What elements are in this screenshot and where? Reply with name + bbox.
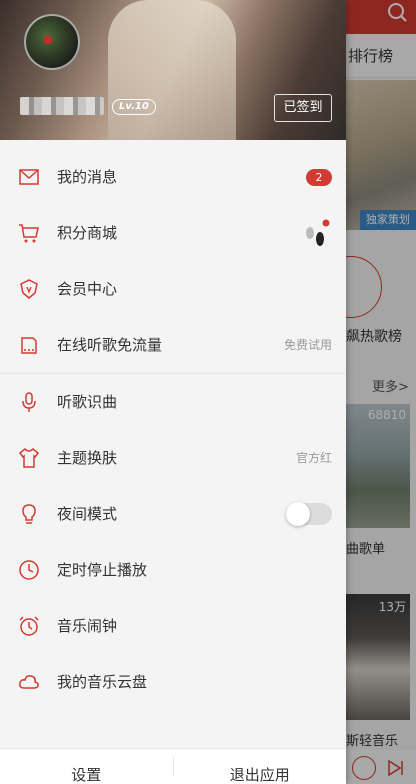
settings-button[interactable]: 设置 [0,749,173,784]
current-theme: 官方红 [295,451,332,465]
menu-list: 我的消息 2 积分商城 会员中心 在线听歌免流量 免费试用 听歌识曲 主题换肤 … [0,149,346,710]
menu-item-label: 我的消息 [57,168,118,186]
avatar[interactable] [24,14,80,70]
menu-item-label: 夜间模式 [57,505,118,523]
menu-item-points-mall[interactable]: 积分商城 [0,205,346,261]
menu-item-free-data[interactable]: 在线听歌免流量 免费试用 [0,317,346,373]
mail-icon [19,169,39,185]
side-drawer: Lv.10 已签到 我的消息 2 积分商城 会员中心 在线听歌免流量 免费试用 … [0,0,346,784]
cart-icon [19,224,39,243]
unread-badge: 2 [306,169,332,186]
signin-button[interactable]: 已签到 [274,94,332,122]
menu-item-label: 我的音乐云盘 [57,673,148,691]
vip-shield-icon [20,279,38,299]
profile-header[interactable]: Lv.10 已签到 [0,0,346,140]
menu-item-music-cloud[interactable]: 我的音乐云盘 [0,654,346,710]
sim-card-icon [21,337,37,354]
toggle-knob [286,502,310,526]
night-mode-toggle[interactable] [286,502,332,526]
earbuds-icon [306,219,330,246]
menu-item-label: 主题换肤 [57,449,118,467]
alarm-clock-icon [19,616,39,636]
avatar-detail [44,36,52,44]
header-photo [108,0,236,140]
menu-item-night-mode[interactable]: 夜间模式 [0,486,346,542]
username-blurred [20,97,104,115]
menu-item-music-alarm[interactable]: 音乐闹钟 [0,598,346,654]
menu-item-song-recognition[interactable]: 听歌识曲 [0,374,346,430]
tshirt-icon [18,447,40,468]
menu-item-label: 音乐闹钟 [57,617,118,635]
menu-item-label: 积分商城 [57,224,118,242]
exit-app-button[interactable]: 退出应用 [174,749,347,784]
drawer-footer: 设置 退出应用 [0,748,346,784]
bulb-icon [22,504,36,524]
menu-item-sleep-timer[interactable]: 定时停止播放 [0,542,346,598]
menu-item-theme[interactable]: 主题换肤 官方红 [0,430,346,486]
free-trial-hint: 免费试用 [283,338,332,352]
cloud-icon [19,675,39,689]
mic-icon [22,392,36,412]
menu-item-label: 在线听歌免流量 [57,336,163,354]
menu-item-label: 听歌识曲 [57,393,118,411]
menu-item-vip-center[interactable]: 会员中心 [0,261,346,317]
clock-icon [19,560,39,580]
menu-item-label: 定时停止播放 [57,561,148,579]
menu-item-label: 会员中心 [57,280,118,298]
menu-item-messages[interactable]: 我的消息 2 [0,149,346,205]
level-badge: Lv.10 [112,99,156,115]
